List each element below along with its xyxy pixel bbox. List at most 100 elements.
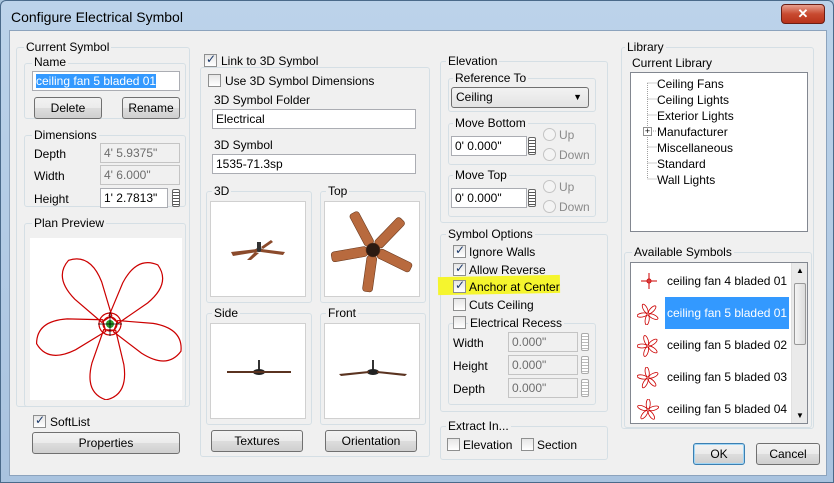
name-label: Name bbox=[32, 55, 69, 69]
scroll-up-icon[interactable]: ▲ bbox=[796, 266, 804, 275]
tree-item-wall-lights[interactable]: Wall Lights bbox=[657, 173, 715, 187]
fan-symbol-icon bbox=[637, 367, 659, 389]
symbol-field[interactable]: 1535-71.3sp bbox=[212, 154, 416, 174]
link-3d-checkbox[interactable] bbox=[204, 52, 217, 67]
cancel-button[interactable]: Cancel bbox=[756, 443, 820, 465]
view-side-label: Side bbox=[212, 306, 241, 320]
close-button[interactable]: ✕ bbox=[781, 4, 825, 24]
width-field[interactable]: 4' 6.000" bbox=[100, 165, 180, 185]
extract-section-label: Section bbox=[537, 438, 578, 452]
extract-section-checkbox[interactable] bbox=[521, 438, 534, 451]
list-item[interactable]: ceiling fan 5 bladed 02 bbox=[631, 329, 789, 361]
recess-depth-field[interactable]: 0.000" bbox=[508, 378, 578, 398]
allow-reverse-checkbox[interactable] bbox=[453, 261, 466, 276]
reference-dropdown[interactable]: Ceiling ▼ bbox=[451, 87, 589, 108]
electrical-recess-checkbox[interactable] bbox=[453, 316, 466, 329]
tree-item-exterior-lights[interactable]: Exterior Lights bbox=[657, 109, 734, 123]
height-spinner[interactable] bbox=[172, 189, 180, 207]
folder-label: 3D Symbol Folder bbox=[212, 93, 313, 107]
fan-symbol-icon bbox=[637, 399, 659, 420]
move-top-spinner[interactable] bbox=[528, 189, 536, 207]
list-item[interactable]: ceiling fan 4 bladed 01 bbox=[631, 265, 789, 297]
symbols-scrollbar[interactable]: ▲ ▼ bbox=[791, 263, 807, 423]
move-bottom-spinner[interactable] bbox=[528, 137, 536, 155]
textures-button[interactable]: Textures bbox=[211, 430, 303, 452]
tree-item-ceiling-lights[interactable]: Ceiling Lights bbox=[657, 93, 729, 107]
tree-item-miscellaneous[interactable]: Miscellaneous bbox=[657, 141, 733, 155]
plan-preview bbox=[30, 238, 182, 401]
dialog-client: Current Symbol Name ceiling fan 5 bladed… bbox=[9, 30, 827, 476]
fan-symbol-icon bbox=[637, 335, 658, 357]
folder-field[interactable]: Electrical bbox=[212, 109, 416, 129]
top-up-label: Up bbox=[559, 180, 575, 194]
delete-button[interactable]: Delete bbox=[34, 97, 102, 119]
recess-width-field[interactable]: 0.000" bbox=[508, 332, 578, 352]
expand-plus-icon[interactable]: + bbox=[643, 127, 652, 136]
move-top-field[interactable]: 0' 0.000" bbox=[451, 188, 527, 208]
plan-preview-label: Plan Preview bbox=[32, 216, 107, 230]
bottom-up-radio[interactable] bbox=[543, 128, 556, 141]
softlist-checkbox[interactable] bbox=[33, 413, 46, 428]
name-value: ceiling fan 5 bladed 01 bbox=[36, 74, 157, 88]
height-field[interactable]: 1' 2.7813" bbox=[100, 188, 168, 208]
scroll-thumb[interactable] bbox=[794, 283, 806, 345]
elevation-label: Elevation bbox=[446, 54, 500, 68]
move-bottom-field[interactable]: 0' 0.000" bbox=[451, 136, 527, 156]
reference-label: Reference To bbox=[453, 71, 529, 85]
ok-button[interactable]: OK bbox=[693, 443, 745, 465]
rename-button[interactable]: Rename bbox=[122, 97, 180, 119]
recess-depth-spinner[interactable] bbox=[581, 379, 589, 397]
top-down-radio[interactable] bbox=[543, 200, 556, 213]
electrical-recess-label: Electrical Recess bbox=[468, 316, 565, 330]
move-bottom-label: Move Bottom bbox=[453, 116, 528, 130]
library-tree[interactable]: + Ceiling Fans Ceiling Lights Exterior L… bbox=[630, 72, 808, 232]
orientation-button[interactable]: Orientation bbox=[325, 430, 417, 452]
height-label: Height bbox=[34, 192, 69, 206]
depth-field[interactable]: 4' 5.9375" bbox=[100, 143, 180, 163]
view-front-preview bbox=[324, 323, 420, 419]
softlist-label: SoftList bbox=[50, 415, 91, 429]
available-symbols-label: Available Symbols bbox=[632, 245, 734, 259]
bottom-down-radio[interactable] bbox=[543, 148, 556, 161]
cuts-ceiling-checkbox[interactable] bbox=[453, 298, 466, 311]
list-item[interactable]: ceiling fan 5 bladed 01 bbox=[631, 297, 789, 329]
fan-front-icon bbox=[339, 360, 407, 376]
recess-height-field[interactable]: 0.000" bbox=[508, 355, 578, 375]
anchor-center-label: Anchor at Center bbox=[469, 280, 560, 294]
move-top-label: Move Top bbox=[453, 168, 509, 182]
list-item[interactable]: ceiling fan 5 bladed 03 bbox=[631, 361, 789, 393]
available-symbols-list[interactable]: ceiling fan 4 bladed 01 ceiling fan 5 bl… bbox=[630, 262, 808, 424]
tree-item-manufacturer[interactable]: Manufacturer bbox=[657, 125, 728, 139]
width-label: Width bbox=[34, 169, 65, 183]
fan-side-icon bbox=[227, 360, 291, 375]
symbol-label-1: ceiling fan 4 bladed 01 bbox=[667, 274, 788, 288]
name-field[interactable]: ceiling fan 5 bladed 01 bbox=[32, 71, 180, 91]
symbol-label-2: ceiling fan 5 bladed 01 bbox=[665, 297, 789, 329]
properties-button[interactable]: Properties bbox=[32, 432, 180, 454]
current-library-label: Current Library bbox=[632, 56, 713, 70]
extract-label: Extract In... bbox=[446, 419, 511, 433]
list-item[interactable]: ceiling fan 5 bladed 04 bbox=[631, 393, 789, 423]
view-top-preview bbox=[324, 201, 420, 297]
reference-value: Ceiling bbox=[456, 90, 493, 104]
fan-symbol-icon bbox=[637, 303, 659, 325]
view-side-preview bbox=[210, 323, 306, 419]
recess-width-spinner[interactable] bbox=[581, 333, 589, 351]
bottom-down-label: Down bbox=[559, 148, 590, 162]
extract-elevation-label: Elevation bbox=[463, 438, 513, 452]
top-up-radio[interactable] bbox=[543, 180, 556, 193]
ignore-walls-checkbox[interactable] bbox=[453, 243, 466, 258]
anchor-center-checkbox[interactable] bbox=[453, 278, 466, 293]
current-symbol-label: Current Symbol bbox=[24, 40, 112, 54]
view-top-label: Top bbox=[326, 184, 350, 198]
library-label: Library bbox=[625, 40, 666, 54]
ignore-walls-label: Ignore Walls bbox=[469, 245, 536, 259]
scroll-down-icon[interactable]: ▼ bbox=[796, 411, 804, 420]
tree-item-ceiling-fans[interactable]: Ceiling Fans bbox=[657, 77, 724, 91]
cuts-ceiling-label: Cuts Ceiling bbox=[469, 298, 534, 312]
extract-elevation-checkbox[interactable] bbox=[447, 438, 460, 451]
recess-height-spinner[interactable] bbox=[581, 356, 589, 374]
fan-symbol-icon bbox=[641, 273, 657, 289]
tree-item-standard[interactable]: Standard bbox=[657, 157, 706, 171]
recess-depth-label: Depth bbox=[453, 382, 486, 396]
